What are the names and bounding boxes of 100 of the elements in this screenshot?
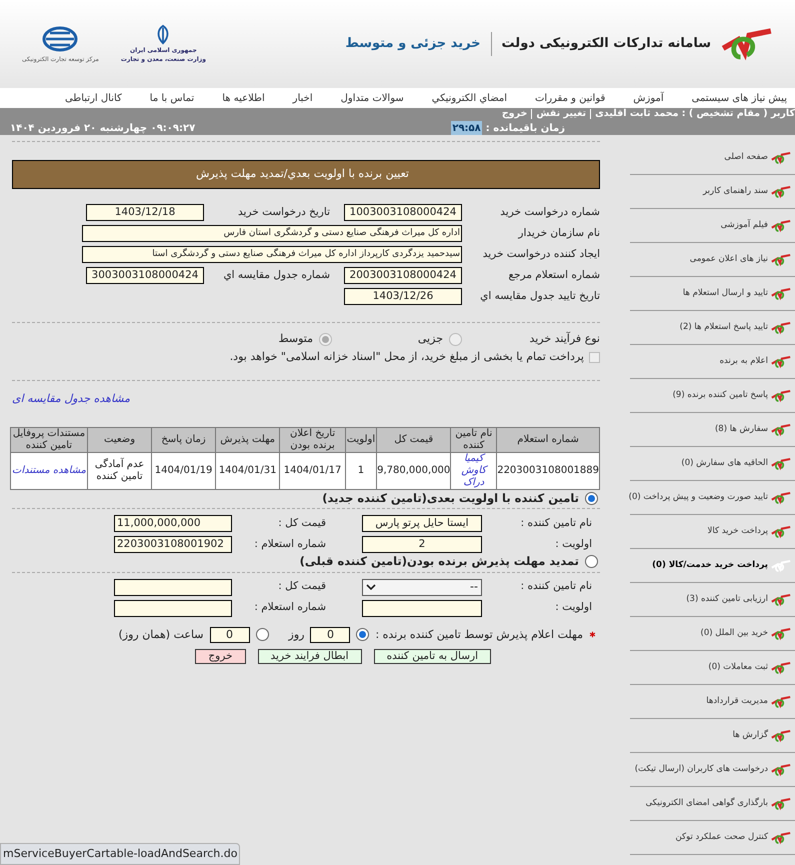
option-title: تمدید مهلت پذیرش برنده بودن(تامین کننده قبلی): [300, 553, 579, 570]
logo-icon: [771, 320, 791, 334]
field-label: نام تامین کننده :: [520, 579, 592, 594]
logo-icon: [771, 626, 791, 640]
radio-button[interactable]: [585, 492, 598, 506]
column-header: شماره استعلام: [496, 428, 600, 452]
sidebar-item[interactable]: ارزیابی تامین کننده (3): [630, 583, 795, 617]
sidebar-item[interactable]: پرداخت خرید خدمت/کالا (0): [630, 549, 795, 583]
sidebar-item[interactable]: صفحه اصلی: [630, 141, 795, 175]
sidebar-item[interactable]: گزارش ها: [630, 719, 795, 753]
input-field[interactable]: 0: [210, 626, 250, 643]
sidebar-item[interactable]: بارگذاری گواهی امضای الکترونیکی: [630, 787, 795, 821]
nav-link[interactable]: تماس با ما: [150, 90, 194, 106]
nav-link[interactable]: اطلاعیه ها: [222, 90, 265, 106]
nav-link[interactable]: پیش نیاز های سیستمی: [692, 90, 787, 106]
field-label: شماره درخواست خرید: [499, 204, 600, 220]
field-label: اولویت :: [554, 600, 592, 616]
sidebar-item[interactable]: سفارش ها (8): [630, 413, 795, 447]
radio-button[interactable]: [256, 628, 269, 642]
input-field[interactable]: 3003003108000424: [86, 267, 204, 284]
logo-icon: [771, 592, 791, 606]
radio-label: متوسط: [278, 330, 313, 347]
field-label: قیمت کل :: [277, 579, 327, 594]
sidebar-item[interactable]: تایید و ارسال استعلام ها: [630, 277, 795, 311]
table-link[interactable]: کیمیا کاوش دراک: [450, 452, 497, 490]
sidebar-item[interactable]: خرید بین الملل (0): [630, 617, 795, 651]
logo-icon: [771, 252, 791, 266]
nav-link[interactable]: سوالات متداول: [340, 90, 404, 106]
sidebar-item[interactable]: پرداخت خرید کالا: [630, 515, 795, 549]
button[interactable]: خروج: [195, 649, 246, 664]
sidebar-item[interactable]: نیاز های اعلان عمومی: [630, 243, 795, 277]
input-field[interactable]: سیدحمید یزدگردی کارپرداز اداره کل میراث فرهنگی صنایع دستی و گردشگری استا: [82, 246, 462, 263]
input-field[interactable]: 1403/12/26: [344, 288, 462, 305]
input-field[interactable]: 2: [362, 536, 482, 554]
sidebar-item[interactable]: تایید پاسخ استعلام ها (2): [630, 311, 795, 345]
date-time: ۰۹:۰۹:۲۷ چهارشنبه ۲۰ فروردین ۱۴۰۴: [10, 122, 196, 135]
page-title: تعیین برنده با اولویت بعدي/تمدید مهلت پذیرش: [12, 160, 600, 189]
button[interactable]: ابطال فرایند خرید: [258, 649, 362, 664]
input-field[interactable]: [114, 600, 232, 616]
radio-label: جزیی: [418, 330, 443, 347]
input-field[interactable]: 11,000,000,000: [114, 515, 232, 532]
logo-icon: [771, 660, 791, 674]
status-url: mServiceBuyerCartable-loadAndSearch.do: [0, 843, 240, 865]
comparison-table-link[interactable]: مشاهده جدول مقایسه ای: [12, 390, 130, 407]
input-field[interactable]: ایستا حایل پرتو پارس: [362, 515, 482, 532]
logo-icon: [771, 694, 791, 708]
input-field[interactable]: 2003003108000424: [344, 267, 462, 284]
session-timer: ۲۹:۵۸: [451, 121, 482, 135]
sidebar-item[interactable]: مدیریت قراردادها: [630, 685, 795, 719]
input-field[interactable]: [362, 600, 482, 616]
logo-icon: [771, 150, 791, 164]
site-title: سامانه تدارکات الکترونیکی دولت: [502, 35, 711, 54]
site-logo: [721, 26, 773, 62]
sidebar-item[interactable]: ثبت معاملات (0): [630, 651, 795, 685]
nav-link[interactable]: کانال ارتباطی: [64, 90, 122, 106]
input-field[interactable]: 2203003108001902: [114, 536, 232, 554]
field-label: نام سازمان خریدار: [517, 226, 600, 241]
input-field[interactable]: 1003003108000424: [344, 204, 462, 221]
site-subtitle: خرید جزئی و متوسط: [345, 35, 481, 54]
nav-link[interactable]: قوانین و مقررات: [535, 90, 606, 106]
input-field[interactable]: [114, 578, 232, 596]
input-field[interactable]: 0: [310, 626, 350, 643]
user-info: کاربر ( مقام تشخیص ) : محمد ثابت اقلیدی: [595, 108, 795, 121]
sidebar-item[interactable]: اعلام به برنده: [630, 345, 795, 379]
nav-link[interactable]: اخبار: [292, 90, 313, 106]
field-label: مهلت اعلام پذیرش توسط تامین کننده برنده :: [375, 626, 583, 643]
sidebar-item[interactable]: سند راهنمای کاربر: [630, 175, 795, 209]
field-label: ایجاد کننده درخواست خرید: [482, 246, 600, 262]
table-cell: 1: [345, 452, 377, 490]
field-label: نام تامین کننده :: [520, 516, 592, 531]
field-label: شماره استعلام :: [253, 536, 327, 552]
nav-link[interactable]: امضاي الكترونيكي: [432, 90, 507, 106]
table-cell: عدم آمادگی تامین کننده: [87, 452, 152, 490]
nav-link[interactable]: آموزش: [633, 90, 664, 106]
radio-button[interactable]: [585, 555, 598, 568]
sidebar-item[interactable]: پاسخ تامین کننده برنده (9): [630, 379, 795, 413]
globe-emblem-icon: [42, 24, 78, 52]
radio-button[interactable]: [356, 628, 370, 642]
logo-icon: [771, 422, 791, 436]
field-label: شماره استعلام :: [253, 600, 327, 616]
logo-icon: [771, 388, 791, 402]
logo-icon: [771, 286, 791, 300]
sidebar-item[interactable]: درخواست های کاربران (ارسال تیکت): [630, 753, 795, 787]
unit-label: روز: [288, 626, 304, 643]
logo-icon: [771, 524, 791, 538]
table-cell: 1404/01/31: [215, 452, 280, 490]
dropdown[interactable]: --: [362, 578, 482, 596]
field-label: تاریخ درخواست خرید: [237, 204, 331, 220]
logo-icon: [771, 728, 791, 742]
sidebar-item[interactable]: فیلم آموزشی: [630, 209, 795, 243]
sidebar-item[interactable]: کنترل صحت عملکرد توکن: [630, 821, 795, 855]
button[interactable]: ارسال به تامین کننده: [374, 649, 491, 664]
table-link[interactable]: مشاهده مستندات: [10, 452, 88, 490]
checkbox-label: پرداخت تمام یا بخشی از مبلغ خرید، از محل "اسناد خزانه اسلامی" خواهد بود.: [230, 349, 584, 365]
sidebar-item[interactable]: تایید صورت وضعیت و پیش پرداخت (0): [630, 481, 795, 515]
logo-icon: [771, 490, 791, 504]
input-field[interactable]: اداره کل میراث فرهنگی صنایع دستی و گردشگری استان فارس: [82, 225, 462, 242]
logo-icon: [771, 456, 791, 470]
sidebar-item[interactable]: الحاقیه های سفارش (0): [630, 447, 795, 481]
input-field[interactable]: 1403/12/18: [86, 204, 204, 221]
